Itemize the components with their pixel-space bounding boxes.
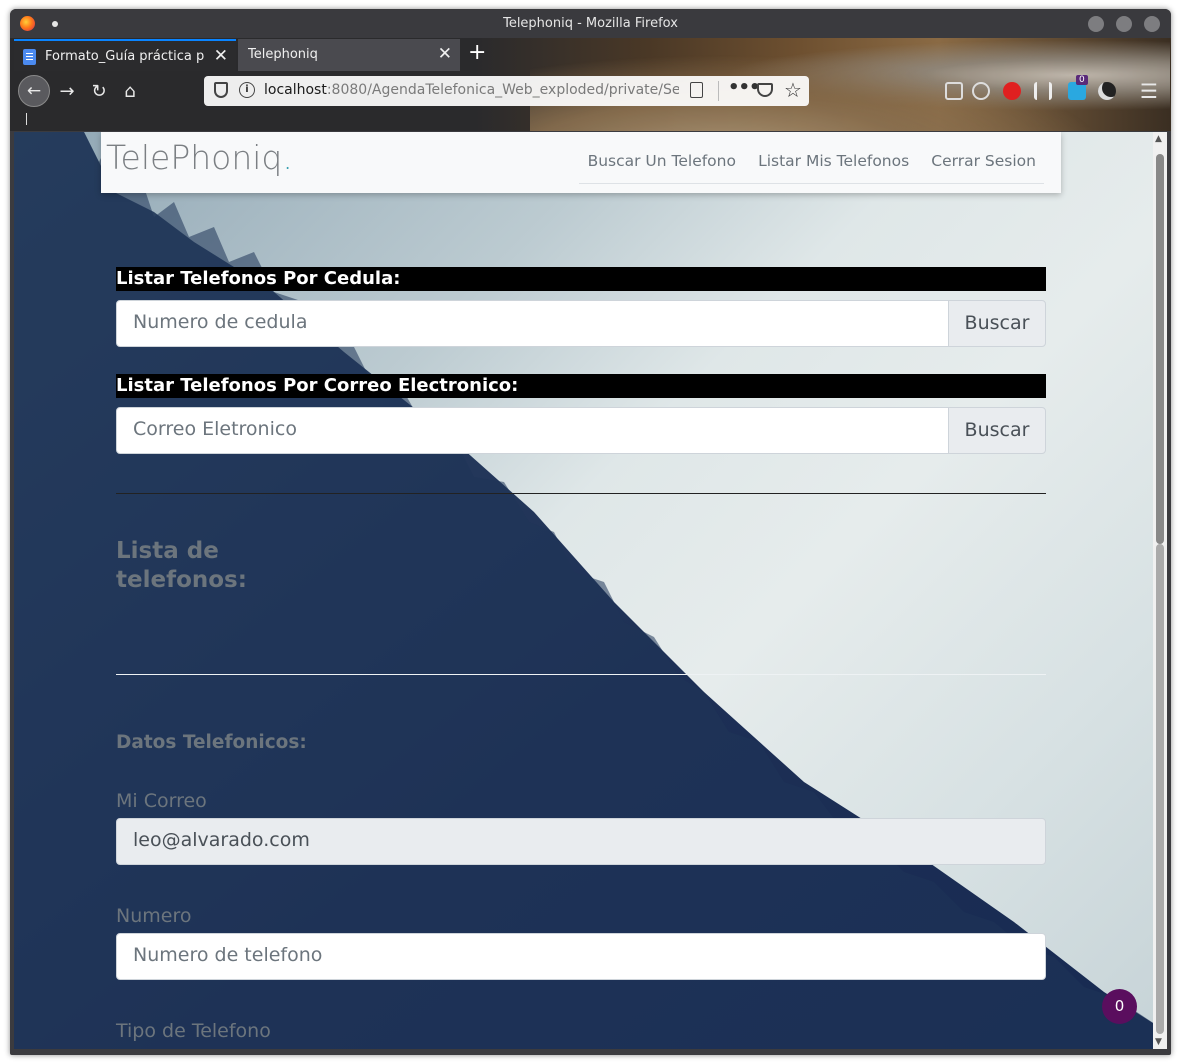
close-window-button[interactable]	[1144, 16, 1160, 32]
scrollbar-thumb[interactable]	[1156, 154, 1164, 544]
brand-text: TelePhoniq	[106, 138, 283, 177]
site-info-icon[interactable]: i	[239, 82, 255, 98]
title-bar: Telephoniq - Mozilla Firefox	[10, 9, 1171, 38]
correo-heading: Listar Telefonos Por Correo Electronico:	[116, 374, 1046, 398]
extension-circle-icon[interactable]	[972, 82, 990, 100]
home-button[interactable]: ⌂	[116, 80, 144, 104]
lista-telefonos-title: Lista de telefonos:	[116, 537, 316, 595]
scrollbar-track[interactable]	[1156, 544, 1164, 1034]
extension-bars-icon[interactable]	[1034, 82, 1052, 100]
forward-button[interactable]: →	[53, 80, 81, 104]
tracking-shield-icon[interactable]	[214, 82, 228, 98]
back-button[interactable]: ←	[18, 75, 50, 107]
scroll-down-icon[interactable]: ▼	[1155, 1037, 1162, 1047]
correo-input[interactable]: Correo Eletronico	[116, 407, 949, 454]
correo-field[interactable]: leo@alvarado.com	[116, 818, 1046, 865]
cedula-input[interactable]: Numero de cedula	[116, 300, 949, 347]
url-path: :8080/AgendaTelefonica_Web_exploded/priv…	[326, 82, 679, 98]
divider	[116, 493, 1046, 494]
site-navbar: TelePhoniq. Buscar Un Telefono Listar Mi…	[101, 132, 1061, 193]
browser-chrome: Formato_Guía práctica para ✕ Telephoniq …	[10, 38, 1171, 131]
pocket-icon[interactable]	[757, 83, 773, 97]
tab-telephoniq[interactable]: Telephoniq ✕	[238, 39, 460, 71]
bookmark-star-icon[interactable]: ☆	[784, 78, 802, 102]
nav-cerrar-sesion[interactable]: Cerrar Sesion	[922, 146, 1044, 170]
divider	[116, 674, 1046, 675]
new-tab-button[interactable]: +	[468, 41, 486, 65]
maximize-button[interactable]	[1116, 16, 1132, 32]
cedula-input-group: Numero de cedula Buscar	[116, 300, 1046, 347]
browser-window: Telephoniq - Mozilla Firefox Formato_Guí…	[10, 9, 1171, 1055]
chat-bubble[interactable]: 0	[1102, 989, 1137, 1024]
url-text[interactable]: localhost:8080/AgendaTelefonica_Web_expl…	[264, 82, 679, 98]
correo-search-button[interactable]: Buscar	[948, 407, 1046, 454]
lista-title-line2: telefonos:	[116, 567, 247, 593]
scroll-up-icon[interactable]: ▲	[1155, 134, 1162, 144]
page-actions-icon[interactable]: •••	[728, 77, 761, 98]
hamburger-menu-icon[interactable]: ☰	[1140, 79, 1158, 103]
extension-adblock-icon[interactable]	[1003, 82, 1021, 100]
bookmarks-toolbar-separator	[26, 113, 27, 125]
numero-field[interactable]: Numero de telefono	[116, 933, 1046, 980]
brand-logo[interactable]: TelePhoniq.	[106, 138, 293, 177]
datos-telefonicos-title: Datos Telefonicos:	[116, 732, 307, 753]
nav-links: Buscar Un Telefono Listar Mis Telefonos …	[578, 146, 1044, 184]
brand-dot: .	[282, 138, 293, 177]
page-viewport: TelePhoniq. Buscar Un Telefono Listar Mi…	[14, 132, 1167, 1049]
correo-input-group: Correo Eletronico Buscar	[116, 407, 1046, 454]
reload-button[interactable]: ↻	[85, 80, 113, 104]
tab-label: Formato_Guía práctica para	[45, 49, 205, 64]
lista-title-line1: Lista de	[116, 538, 219, 564]
url-separator	[718, 81, 719, 101]
url-host: localhost	[264, 82, 327, 98]
page-scrollbar[interactable]: ▲ ▼	[1153, 132, 1167, 1049]
close-tab-icon[interactable]: ✕	[438, 44, 452, 64]
extension-window-icon[interactable]	[945, 82, 963, 100]
tipo-telefono-label: Tipo de Telefono	[116, 1020, 271, 1042]
document-icon	[23, 49, 36, 65]
tab-formato[interactable]: Formato_Guía práctica para ✕	[14, 39, 236, 71]
cedula-search-button[interactable]: Buscar	[948, 300, 1046, 347]
reader-view-icon[interactable]	[690, 82, 703, 98]
nav-buscar-telefono[interactable]: Buscar Un Telefono	[579, 146, 744, 170]
window-title: Telephoniq - Mozilla Firefox	[503, 16, 678, 31]
extension-dark-icon[interactable]	[1098, 82, 1116, 100]
url-bar[interactable]: i localhost:8080/AgendaTelefonica_Web_ex…	[204, 76, 809, 106]
numero-label: Numero	[116, 905, 192, 927]
cedula-heading: Listar Telefonos Por Cedula:	[116, 267, 1046, 291]
tab-label: Telephoniq	[248, 47, 318, 62]
close-tab-icon[interactable]: ✕	[214, 46, 228, 66]
nav-listar-mis-telefonos[interactable]: Listar Mis Telefonos	[749, 146, 917, 170]
main-content: Listar Telefonos Por Cedula: Numero de c…	[116, 267, 1046, 1042]
correo-label: Mi Correo	[116, 790, 207, 812]
minimize-button[interactable]	[1088, 16, 1104, 32]
extension-badge: 0	[1076, 75, 1088, 85]
